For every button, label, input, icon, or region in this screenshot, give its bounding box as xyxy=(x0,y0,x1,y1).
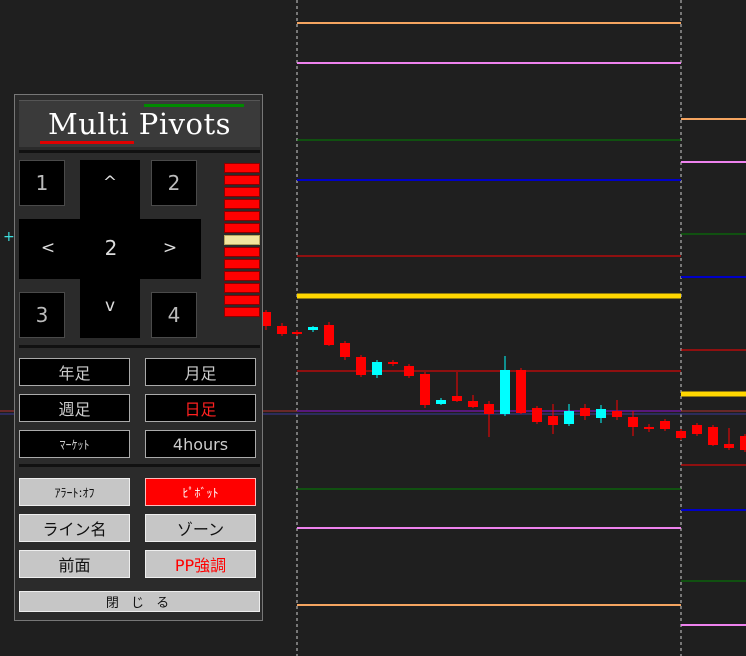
bearish-candle xyxy=(277,326,287,334)
pp-emphasis-button[interactable]: PP強調 xyxy=(145,550,256,578)
bearish-candle xyxy=(356,357,366,375)
meter-bar xyxy=(224,187,260,197)
bullish-candle xyxy=(372,362,382,375)
separator xyxy=(19,150,260,153)
daily-button[interactable]: 日足 xyxy=(145,394,256,422)
market-button[interactable]: ﾏｰｹｯﾄ xyxy=(19,430,130,458)
separator xyxy=(19,464,260,467)
level-3-button[interactable]: 3 xyxy=(19,292,65,338)
bearish-candle xyxy=(740,436,746,450)
bearish-candle xyxy=(660,421,670,429)
bearish-candle xyxy=(692,425,702,434)
bearish-candle xyxy=(612,411,622,417)
monthly-button[interactable]: 月足 xyxy=(145,358,256,386)
yearly-button[interactable]: 年足 xyxy=(19,358,130,386)
bearish-candle xyxy=(388,362,398,364)
bearish-candle xyxy=(644,427,654,429)
bearish-candle xyxy=(292,332,302,334)
zone-button[interactable]: ゾーン xyxy=(145,514,256,542)
level-2-button[interactable]: 2 xyxy=(151,160,197,206)
bullish-candle xyxy=(596,409,606,418)
right-arrow-button[interactable]: > xyxy=(158,238,182,258)
meter-bar xyxy=(224,223,260,233)
bearish-candle xyxy=(420,374,430,405)
bearish-candle xyxy=(516,370,526,413)
bullish-candle xyxy=(436,400,446,404)
multi-pivots-panel[interactable]: Multi Pivots ^ v < > 2 1 2 3 4 年足 月足 週足 … xyxy=(14,94,263,621)
bearish-candle xyxy=(452,396,462,401)
front-button[interactable]: 前面 xyxy=(19,550,130,578)
panel-title-box: Multi Pivots xyxy=(19,100,260,147)
bearish-candle xyxy=(404,366,414,376)
4hours-button[interactable]: 4hours xyxy=(145,430,256,458)
bearish-candle xyxy=(324,325,334,345)
bearish-candle xyxy=(468,401,478,407)
meter-bar xyxy=(224,163,260,173)
meter-bar xyxy=(224,307,260,317)
selected-level-value: 2 xyxy=(104,236,118,260)
level-4-button[interactable]: 4 xyxy=(151,292,197,338)
meter-bar xyxy=(224,235,260,245)
meter-bar xyxy=(224,211,260,221)
meter-bar xyxy=(224,283,260,293)
bearish-candle xyxy=(532,408,542,422)
left-arrow-button[interactable]: < xyxy=(36,238,60,258)
meter-bar xyxy=(224,175,260,185)
level-1-button[interactable]: 1 xyxy=(19,160,65,206)
bearish-candle xyxy=(340,343,350,357)
meter-bar xyxy=(224,247,260,257)
title-red-accent xyxy=(40,141,134,144)
crosshair-marker: + xyxy=(3,229,15,245)
bearish-candle xyxy=(724,444,734,448)
separator xyxy=(19,345,260,348)
panel-title: Multi Pivots xyxy=(48,107,231,141)
weekly-button[interactable]: 週足 xyxy=(19,394,130,422)
meter-bar xyxy=(224,271,260,281)
bearish-candle xyxy=(484,404,494,414)
bullish-candle xyxy=(308,327,318,330)
bearish-candle xyxy=(628,417,638,427)
up-arrow-button[interactable]: ^ xyxy=(98,173,122,193)
bearish-candle xyxy=(708,427,718,445)
down-arrow-button[interactable]: v xyxy=(98,296,122,316)
bullish-candle xyxy=(564,411,574,424)
meter-bar xyxy=(224,199,260,209)
bearish-candle xyxy=(676,431,686,438)
meter-bar xyxy=(224,295,260,305)
meter-bar xyxy=(224,259,260,269)
alert-toggle-button[interactable]: ｱﾗｰﾄ:ｵﾌ xyxy=(19,478,130,506)
line-name-button[interactable]: ライン名 xyxy=(19,514,130,542)
bearish-candle xyxy=(548,416,558,425)
bullish-candle xyxy=(500,370,510,414)
pivot-button[interactable]: ﾋﾟﾎﾞｯﾄ xyxy=(145,478,256,506)
close-button[interactable]: 閉 じ る xyxy=(19,591,260,612)
bearish-candle xyxy=(580,408,590,416)
